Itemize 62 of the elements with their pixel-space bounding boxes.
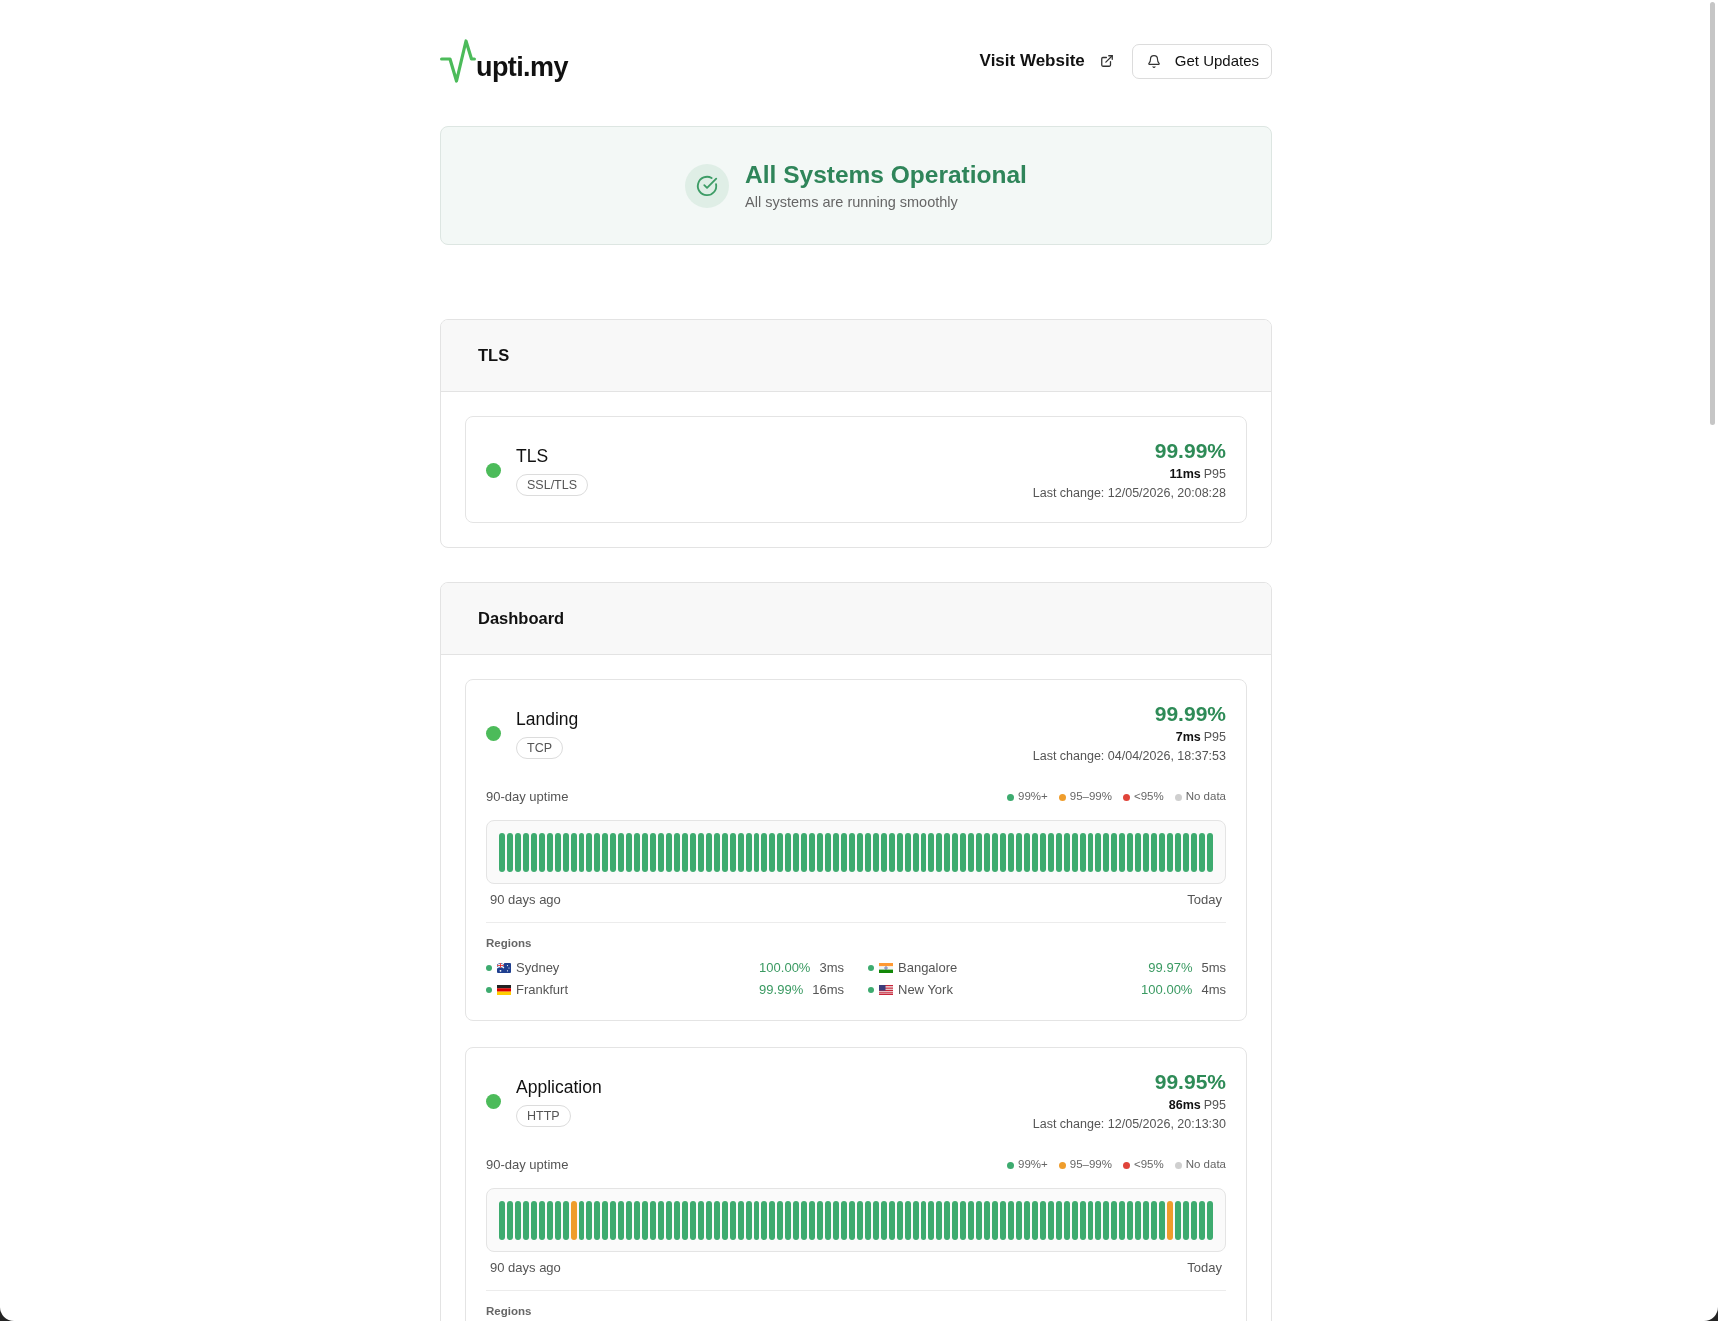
legend-label: 99%+: [1018, 789, 1048, 805]
uptime-percent: 99.99%: [1154, 438, 1226, 464]
bell-icon: [1146, 53, 1161, 69]
monitor-name: Application: [516, 1076, 602, 1099]
uptime-label: 90-day uptime: [486, 1156, 569, 1174]
region-uptime: 100.00%: [1141, 981, 1193, 1000]
scrollbar-thumb[interactable]: [1710, 2, 1715, 425]
last-change-text: Last change: 12/05/2026, 20:13:30: [1032, 1116, 1226, 1133]
region-name: Sydney: [516, 959, 560, 978]
range-end-label: Today: [1187, 1259, 1222, 1277]
legend-label: 95–99%: [1069, 789, 1112, 805]
region-latency: 4ms: [1201, 981, 1226, 1000]
brand-name: upti.my: [476, 52, 568, 83]
regions-label: Regions: [486, 936, 532, 951]
protocol-badge: HTTP: [516, 1105, 571, 1127]
legend-label: No data: [1185, 1157, 1226, 1173]
banner-subtitle: All systems are running smoothly: [745, 192, 959, 212]
range-end-label: Today: [1187, 891, 1222, 909]
legend-label: No data: [1185, 789, 1226, 805]
last-change-text: Last change: 12/05/2026, 20:08:28: [1032, 485, 1226, 502]
latency-label: P95: [1203, 466, 1226, 483]
region-uptime: 100.00%: [759, 959, 811, 978]
region-latency: 3ms: [819, 959, 844, 978]
monitor-name: Landing: [516, 708, 579, 731]
region-uptime: 99.97%: [1148, 959, 1193, 978]
pulse-line-icon: [440, 38, 476, 84]
latency-value: 7ms: [1175, 729, 1201, 746]
latency-value: 86ms: [1168, 1097, 1201, 1114]
visit-website-link[interactable]: Visit Website: [979, 50, 1114, 72]
group-title: TLS: [478, 345, 510, 367]
check-circle-icon: [685, 163, 730, 208]
region-name: Frankfurt: [516, 981, 568, 1000]
india-flag-icon: [879, 963, 893, 973]
legend-label: <95%: [1134, 1157, 1164, 1173]
germany-flag-icon: [497, 985, 511, 995]
regions-label: Regions: [486, 1304, 532, 1319]
uptime-percent: 99.95%: [1154, 1069, 1226, 1095]
legend-label: 95–99%: [1069, 1157, 1112, 1173]
get-updates-button[interactable]: Get Updates: [1131, 43, 1272, 79]
legend-label: 99%+: [1018, 1157, 1048, 1173]
uptime-percent: 99.99%: [1154, 701, 1226, 727]
protocol-badge: TCP: [516, 737, 563, 759]
last-change-text: Last change: 04/04/2026, 18:37:53: [1032, 748, 1226, 765]
latency-label: P95: [1203, 1097, 1226, 1114]
external-link-icon: [1099, 54, 1114, 68]
range-start-label: 90 days ago: [490, 891, 561, 909]
region-name: Bangalore: [898, 959, 958, 978]
group-title: Dashboard: [478, 608, 565, 630]
uptime-label: 90-day uptime: [486, 788, 569, 806]
monitor-name: TLS: [516, 445, 549, 468]
usa-flag-icon: [879, 985, 893, 995]
range-start-label: 90 days ago: [490, 1259, 561, 1277]
region-uptime: 99.99%: [759, 981, 804, 1000]
region-latency: 5ms: [1201, 959, 1226, 978]
latency-label: P95: [1203, 729, 1226, 746]
legend-label: <95%: [1134, 789, 1164, 805]
latency-value: 11ms: [1169, 466, 1201, 483]
protocol-badge: SSL/TLS: [516, 474, 589, 496]
banner-title: All Systems Operational: [745, 159, 1027, 190]
australia-flag-icon: [497, 963, 511, 973]
region-name: New York: [898, 981, 953, 1000]
region-latency: 16ms: [812, 981, 844, 1000]
